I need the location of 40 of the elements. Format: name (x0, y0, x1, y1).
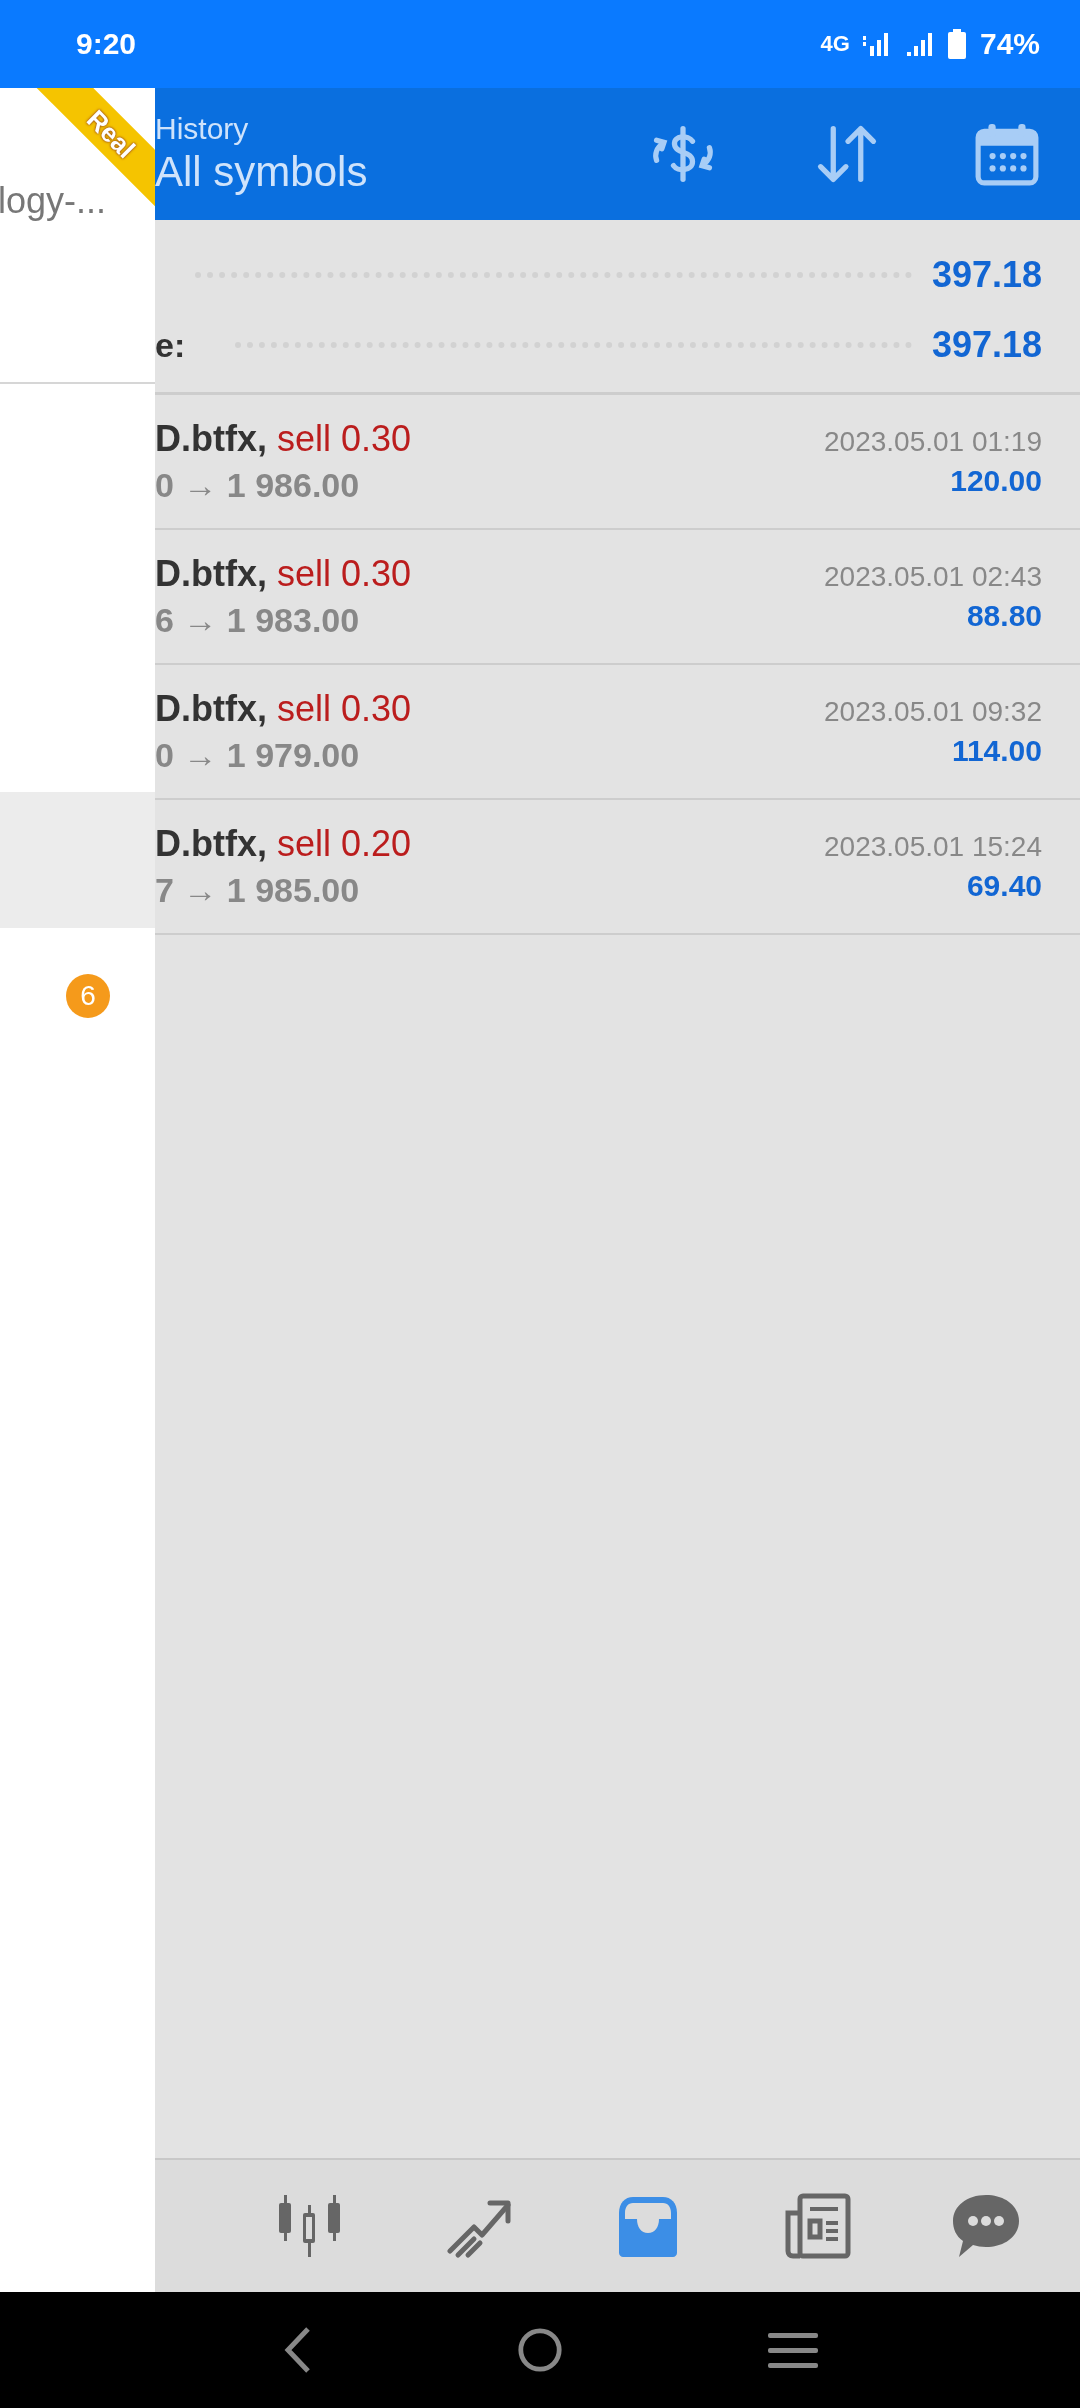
trade-direction: sell 0.20 (277, 823, 412, 865)
calendar-icon[interactable] (974, 121, 1040, 187)
trade-profit: 88.80 (966, 598, 1042, 633)
trade-time: 2023.05.01 01:19 (824, 425, 1042, 458)
summary-value: 397.18 (931, 254, 1042, 296)
trade-profit: 120.00 (950, 463, 1042, 498)
trade-prices: 0 → 1 979.00 (155, 736, 361, 775)
trade-symbol: D.btfx, (155, 418, 267, 460)
trade-row[interactable]: D.btfx, sell 0.30 6 → 1 983.00 2023.05.01 02:43 88.80 (155, 530, 1080, 665)
trade-row[interactable]: D.btfx, sell 0.30 0 → 1 986.00 2023.05.01 01:19 120.00 (155, 395, 1080, 530)
trade-prices: 7 → 1 985.00 (155, 871, 361, 910)
battery-level: 74% (979, 27, 1040, 61)
trade-time: 2023.05.01 15:24 (824, 830, 1042, 863)
trade-direction: sell 0.30 (277, 553, 412, 595)
trade-profit: 69.40 (966, 868, 1042, 903)
count-badge: 6 (66, 974, 110, 1018)
trade-time: 2023.05.01 09:32 (824, 695, 1042, 728)
summary-label: e: (155, 325, 186, 365)
summary-value: 397.18 (931, 324, 1042, 366)
chat-bubble-icon[interactable] (950, 2193, 1021, 2259)
menu-icon[interactable] (768, 2330, 818, 2370)
home-icon[interactable] (516, 2326, 564, 2374)
screen-title: History (155, 112, 250, 146)
clock: 9:20 (76, 27, 137, 61)
network-type: 4G (820, 31, 850, 57)
trade-symbol: D.btfx, (155, 688, 267, 730)
trade-row[interactable]: D.btfx, sell 0.30 0 → 1 979.00 2023.05.01 09:32 114.00 (155, 665, 1080, 800)
symbol-filter[interactable]: All symbols (155, 148, 368, 196)
trade-prices: 0 → 1 986.00 (155, 466, 361, 505)
account-name[interactable]: logy-... (0, 180, 107, 221)
trade-direction: sell 0.30 (277, 418, 412, 460)
battery-icon (947, 29, 966, 59)
trade-row[interactable]: D.btfx, sell 0.20 7 → 1 985.00 2023.05.01 15:24 69.40 (155, 800, 1080, 935)
trade-symbol: D.btfx, (155, 553, 267, 595)
trade-profit: 114.00 (951, 733, 1042, 768)
trade-symbol: D.btfx, (155, 823, 267, 865)
trade-time: 2023.05.01 02:43 (824, 560, 1042, 593)
trade-direction: sell 0.30 (277, 688, 412, 730)
back-icon[interactable] (282, 2325, 312, 2375)
trade-prices: 6 → 1 983.00 (155, 601, 361, 640)
